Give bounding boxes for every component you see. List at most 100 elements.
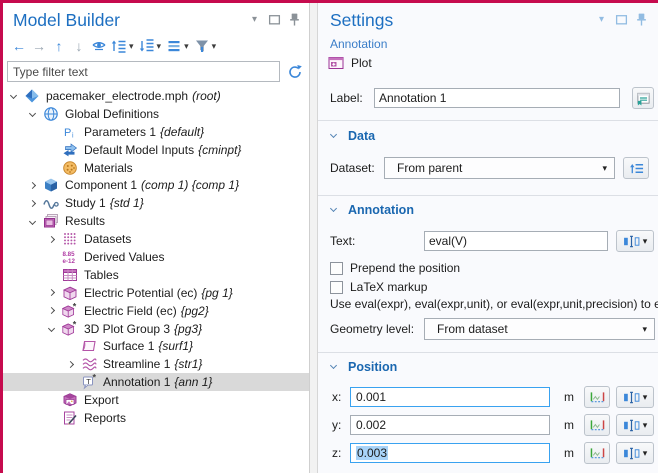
tree-item-default-model-inputs[interactable]: Default Model Inputs{cminpt} (3, 141, 309, 159)
tree-item-electric-field-ec[interactable]: *Electric Field (ec){pg2} (3, 302, 309, 320)
position-row-y: y:m▾ (332, 414, 654, 436)
text-caption: Text: (330, 234, 424, 248)
expander-closed-icon[interactable] (48, 289, 55, 296)
tree-item-label: Tables (84, 268, 119, 282)
results-icon (43, 213, 60, 229)
position-y-input[interactable] (350, 415, 550, 435)
tree-item-study-1[interactable]: Study 1{std 1} (3, 194, 309, 212)
collapse-down-list-button[interactable] (137, 36, 157, 56)
tree-item-streamline-1[interactable]: Streamline 1{str1} (3, 355, 309, 373)
position-z-input[interactable]: 0.003 (350, 443, 550, 463)
tree-item-results[interactable]: Results (3, 212, 309, 230)
latex-markup-checkbox[interactable] (330, 281, 343, 294)
component-icon (43, 177, 60, 193)
tree-item-tag: {default} (160, 125, 204, 139)
chevron-down-icon: ▾ (643, 448, 648, 459)
tree-item-component-1[interactable]: Component 1(comp 1) {comp 1} (3, 176, 309, 194)
down-arrow-button[interactable]: ↓ (69, 36, 89, 56)
pin-icon[interactable] (635, 13, 648, 26)
tree-item-electric-potential-ec[interactable]: Electric Potential (ec){pg 1} (3, 284, 309, 302)
tree-item-reports[interactable]: Reports (3, 409, 309, 427)
globe-icon (43, 106, 60, 122)
data-section-header[interactable]: Data (330, 129, 375, 143)
rename-label-button[interactable] (632, 87, 654, 109)
forward-arrow-button[interactable]: → (29, 36, 49, 56)
tree-item-export[interactable]: Export (3, 391, 309, 409)
range-button[interactable] (584, 414, 610, 436)
model-list-button[interactable] (164, 36, 184, 56)
chevron-down-icon[interactable]: ▾ (212, 41, 217, 52)
tree-item-label: 3D Plot Group 3 (84, 322, 170, 336)
edit-field-button[interactable]: ▾ (616, 230, 654, 252)
label-input[interactable] (374, 88, 620, 108)
settings-breadcrumb-annotation[interactable]: Annotation (330, 37, 387, 51)
tree-item-parameters-1[interactable]: PiParameters 1{default} (3, 123, 309, 141)
chevron-down-icon[interactable]: ▾ (157, 41, 162, 52)
panel-menu-icon[interactable]: ▾ (595, 13, 608, 26)
tree-item-derived-values[interactable]: 8.85e-12Derived Values (3, 248, 309, 266)
tree-item-3d-plot-group-3[interactable]: *3D Plot Group 3{pg3} (3, 320, 309, 338)
annotation-section-header[interactable]: Annotation (330, 203, 414, 217)
position-row-z: z:0.003m▾ (332, 442, 654, 464)
expander-open-icon[interactable] (29, 110, 36, 117)
chevron-down-icon: ▾ (643, 392, 648, 403)
expander-open-icon[interactable] (29, 218, 36, 225)
panel-divider[interactable] (309, 3, 318, 473)
position-x-caption: x: (332, 390, 350, 404)
eval-help-text: Use eval(expr), eval(expr,unit), or eval… (330, 297, 658, 311)
expander-closed-icon[interactable] (48, 236, 55, 243)
go-to-source-button[interactable] (623, 157, 649, 179)
label-row: Label: (330, 87, 654, 109)
refresh-icon[interactable] (287, 64, 304, 80)
model-builder-header: Model Builder ▾ (3, 3, 309, 31)
tree-item-tag: {pg 1} (201, 286, 232, 300)
datasets-icon (62, 231, 79, 247)
expand-up-list-button[interactable] (109, 36, 129, 56)
annotation-text-input[interactable] (424, 231, 608, 251)
prepend-position-checkbox[interactable] (330, 262, 343, 275)
range-button[interactable] (584, 386, 610, 408)
edit-field-button[interactable]: ▾ (616, 442, 654, 464)
tree-item-label: Datasets (84, 232, 131, 246)
pin-icon[interactable] (288, 13, 301, 26)
tree-item-annotation-1[interactable]: T*Annotation 1{ann 1} (3, 373, 309, 391)
streamline-icon (81, 356, 98, 372)
expander-closed-icon[interactable] (29, 200, 36, 207)
filter-funnel-button[interactable] (192, 36, 212, 56)
edit-field-button[interactable]: ▾ (616, 414, 654, 436)
tree-item-datasets[interactable]: Datasets (3, 230, 309, 248)
section-separator (318, 195, 658, 196)
expander-closed-icon[interactable] (29, 182, 36, 189)
restore-icon[interactable] (268, 13, 281, 26)
expander-open-icon[interactable] (48, 325, 55, 332)
position-row-x: x:m▾ (332, 386, 654, 408)
model-root-icon (24, 88, 41, 104)
tree-item-pacemaker-electrode-mph[interactable]: pacemaker_electrode.mph(root) (3, 87, 309, 105)
tree-item-surface-1[interactable]: Surface 1{surf1} (3, 337, 309, 355)
back-arrow-button[interactable]: ← (9, 36, 29, 56)
geometry-level-select[interactable]: From dataset ▾ (424, 318, 655, 340)
restore-icon[interactable] (615, 13, 628, 26)
tree-item-tables[interactable]: Tables (3, 266, 309, 284)
position-section-header[interactable]: Position (330, 360, 397, 374)
expander-open-icon[interactable] (10, 92, 17, 99)
panel-menu-icon[interactable]: ▾ (248, 13, 261, 26)
chevron-down-icon[interactable]: ▾ (184, 41, 189, 52)
up-arrow-button[interactable]: ↑ (49, 36, 69, 56)
expander-closed-icon[interactable] (67, 361, 74, 368)
svg-text:e-12: e-12 (63, 258, 76, 265)
tree-item-materials[interactable]: Materials (3, 159, 309, 177)
position-x-input[interactable] (350, 387, 550, 407)
edit-field-button[interactable]: ▾ (616, 386, 654, 408)
filter-input[interactable] (7, 61, 280, 82)
expander-closed-icon[interactable] (48, 307, 55, 314)
tree-item-global-definitions[interactable]: Global Definitions (3, 105, 309, 123)
show-eye-button[interactable] (89, 36, 109, 56)
range-button[interactable] (584, 442, 610, 464)
plot-group-icon (62, 285, 79, 301)
chevron-down-icon[interactable]: ▾ (129, 41, 134, 52)
prepend-position-label: Prepend the position (350, 261, 460, 275)
collapse-section-icon (330, 131, 337, 138)
plot-button[interactable]: Plot (328, 55, 372, 71)
dataset-select[interactable]: From parent ▾ (384, 157, 615, 179)
